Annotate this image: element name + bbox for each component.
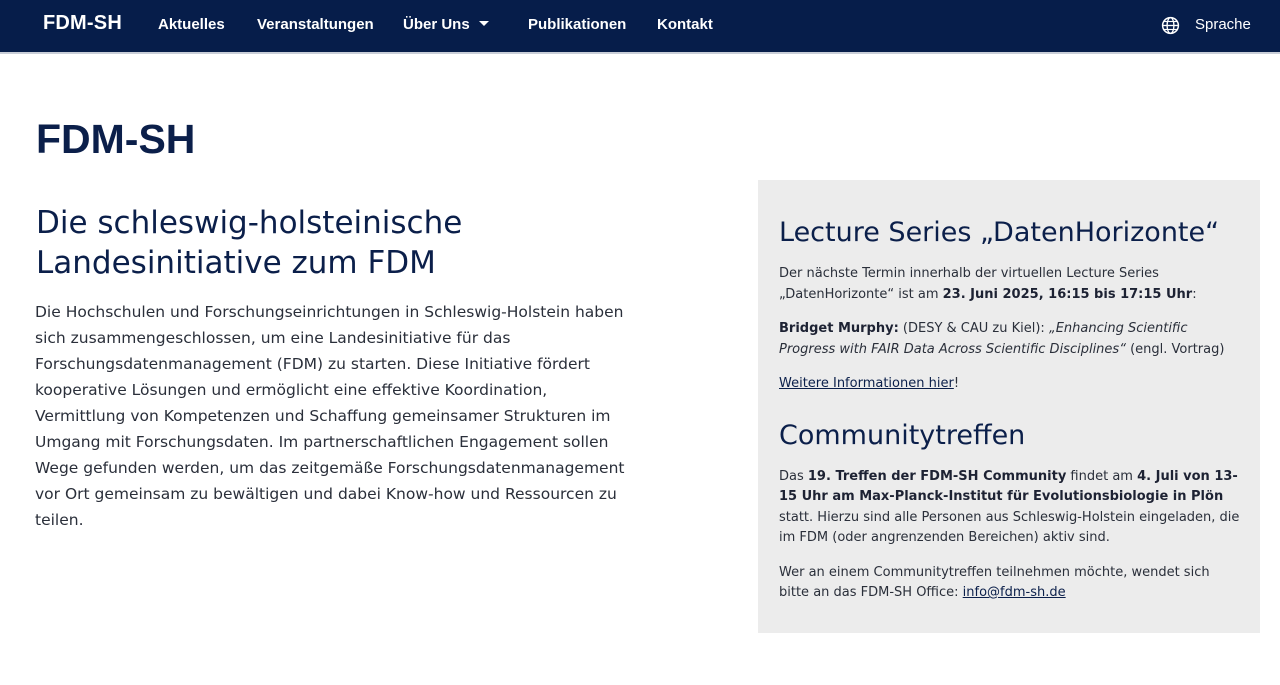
lecture-next-date-paragraph: Der nächste Termin innerhalb der virtuel… (779, 264, 1240, 305)
news-sidebar: Lecture Series „DatenHorizonte“ Der näch… (758, 180, 1260, 633)
caret-down-icon (478, 21, 489, 26)
language-label: Sprache (1195, 16, 1251, 33)
top-navbar: FDM-SH Aktuelles Veranstaltungen Über Un… (0, 0, 1280, 54)
lecture-speaker-paragraph: Bridget Murphy: (DESY & CAU zu Kiel): „E… (779, 319, 1240, 360)
community-text-d: statt. Hierzu sind alle Personen aus Sch… (779, 509, 1240, 546)
lecture-date: 23. Juni 2025, 16:15 bis 17:15 Uhr (942, 286, 1193, 302)
nav-item-ueber-uns-label: Über Uns (403, 16, 470, 33)
nav-item-kontakt[interactable]: Kontakt (657, 16, 713, 33)
page-subtitle: Die schleswig-holsteinische Landesinitia… (36, 205, 463, 281)
nav-item-veranstaltungen[interactable]: Veranstaltungen (257, 16, 374, 33)
nav-item-aktuelles[interactable]: Aktuelles (158, 16, 225, 33)
talk-note: (engl. Vortrag) (1125, 341, 1225, 357)
page-title: FDM-SH (36, 116, 196, 162)
globe-icon (1161, 16, 1180, 35)
speaker-name: Bridget Murphy: (779, 321, 899, 336)
community-heading: Communitytreffen (779, 419, 1026, 451)
community-text-a: Das (779, 468, 808, 484)
community-meeting-paragraph: Das 19. Treffen der FDM-SH Community fin… (779, 467, 1240, 549)
community-text-c: findet am (1066, 468, 1138, 484)
nav-item-ueber-uns[interactable]: Über Uns (403, 16, 489, 33)
intro-paragraph: Die Hochschulen und Forschungseinrichtun… (35, 303, 625, 529)
brand-logo-link[interactable]: FDM-SH (43, 12, 122, 35)
community-contact-paragraph: Wer an einem Communitytreffen teilnehmen… (779, 563, 1240, 604)
more-info-end: ! (953, 376, 960, 391)
community-meeting-name: 19. Treffen der FDM-SH Community (807, 468, 1067, 484)
lecture-date-end: : (1192, 286, 1197, 302)
office-email-link[interactable]: info@fdm-sh.de (963, 585, 1066, 600)
more-info-link[interactable]: Weitere Informationen hier (779, 376, 954, 391)
speaker-affiliation: (DESY & CAU zu Kiel): (898, 321, 1049, 336)
lecture-more-info-paragraph: Weitere Informationen hier! (779, 374, 1240, 395)
lecture-series-heading: Lecture Series „DatenHorizonte“ (779, 217, 1220, 248)
nav-item-publikationen[interactable]: Publikationen (528, 16, 626, 33)
